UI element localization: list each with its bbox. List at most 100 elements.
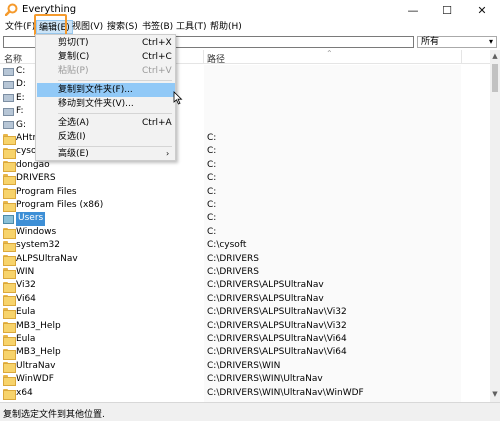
path-cell: C: <box>207 213 217 224</box>
maximize-icon: ☐ <box>442 3 452 17</box>
menu-bar: 文件(F) 编辑(E) 视图(V) 搜索(S) 书签(B) 工具(T) 帮助(H… <box>0 20 500 34</box>
chevron-right-icon: › <box>166 149 170 158</box>
menu-file[interactable]: 文件(F) <box>3 20 37 34</box>
file-name: Program Files <box>16 186 77 197</box>
menu-item-label: 反选(I) <box>58 132 86 142</box>
column-path-header[interactable]: 路径 <box>207 52 225 65</box>
file-name: Windows <box>16 226 57 237</box>
folder-icon <box>3 134 16 146</box>
menu-edit[interactable]: 编辑(E) <box>36 20 73 34</box>
table-row[interactable]: DRIVERS C: <box>0 172 490 186</box>
column-divider[interactable] <box>203 50 204 64</box>
path-cell: C:\DRIVERS\ALPSUltraNav <box>207 293 324 304</box>
edit-menu-dropdown: 剪切(T) Ctrl+X 复制(C) Ctrl+C 粘贴(P) Ctrl+V 复… <box>35 34 176 161</box>
file-name: WinWDF <box>16 374 54 385</box>
menu-help[interactable]: 帮助(H) <box>208 20 244 34</box>
name-cell: Program Files <box>3 186 77 199</box>
folder-icon <box>3 268 16 280</box>
menu-item-label: 高级(E) <box>58 149 89 159</box>
table-row[interactable]: Users C: <box>0 212 490 226</box>
menu-item-copy[interactable]: 复制(C) Ctrl+C <box>37 50 175 64</box>
file-name: Eula <box>16 334 36 344</box>
path-cell: C: <box>207 173 217 184</box>
name-cell: E: <box>3 92 25 105</box>
minimize-button[interactable]: — <box>396 0 430 20</box>
path-cell: C: <box>207 146 217 157</box>
menu-item-select-all[interactable]: 全选(A) Ctrl+A <box>37 116 175 130</box>
name-cell: G: <box>3 119 26 132</box>
table-row[interactable]: system32 C:\cysoft <box>0 239 490 253</box>
path-cell: C:\DRIVERS\ALPSUltraNav\Vi32 <box>207 320 347 331</box>
menu-item-paste[interactable]: 粘贴(P) Ctrl+V <box>37 64 175 78</box>
table-row[interactable]: WIN C:\DRIVERS <box>0 266 490 280</box>
close-button[interactable]: ✕ <box>465 0 499 20</box>
table-row[interactable]: ALPSUltraNav C:\DRIVERS <box>0 253 490 266</box>
path-cell: C:\DRIVERS\ALPSUltraNav\Vi64 <box>207 347 347 358</box>
menu-item-label: 全选(A) <box>58 118 90 128</box>
folder-icon <box>3 147 16 159</box>
file-name: Vi64 <box>16 293 36 304</box>
name-cell: WIN <box>3 266 34 280</box>
menu-item-label: 粘贴(P) <box>58 66 89 76</box>
table-row[interactable]: Vi32 C:\DRIVERS\ALPSUltraNav <box>0 279 490 293</box>
user-icon <box>3 214 14 224</box>
status-bar: 复制选定文件到其他位置. <box>0 402 500 421</box>
menu-item-shortcut: Ctrl+V <box>142 66 172 76</box>
menu-item-copy-to-folder[interactable]: 复制到文件夹(F)... <box>37 83 175 97</box>
table-row[interactable]: Windows C: <box>0 226 490 239</box>
status-text: 复制选定文件到其他位置. <box>3 410 105 420</box>
file-name: F: <box>16 106 24 117</box>
table-row[interactable]: Eula C:\DRIVERS\ALPSUltraNav\Vi32 <box>0 306 490 320</box>
name-cell: x64 <box>3 387 33 400</box>
menu-bookmarks[interactable]: 书签(B) <box>140 20 175 34</box>
name-cell: D: <box>3 78 26 91</box>
folder-icon <box>3 187 16 199</box>
table-row[interactable]: UltraNav C:\DRIVERS\WIN <box>0 360 490 373</box>
table-row[interactable]: Program Files C: <box>0 186 490 199</box>
file-name: Program Files (x86) <box>16 200 104 210</box>
name-cell: UltraNav <box>3 360 55 373</box>
menu-item-label: 剪切(T) <box>58 38 89 48</box>
folder-icon <box>3 174 16 186</box>
menu-item-label: 移动到文件夹(V)... <box>58 99 134 109</box>
menu-item-advanced[interactable]: 高级(E) › <box>37 147 175 161</box>
name-cell: F: <box>3 105 24 118</box>
folder-icon <box>3 201 16 213</box>
column-name-header[interactable]: 名称 <box>4 52 22 65</box>
menu-item-invert-selection[interactable]: 反选(I) <box>37 130 175 144</box>
file-name: UltraNav <box>16 360 56 371</box>
table-row[interactable]: Vi64 C:\DRIVERS\ALPSUltraNav <box>0 293 490 306</box>
folder-icon <box>3 321 16 333</box>
table-row[interactable]: Program Files (x86) C: <box>0 199 490 213</box>
file-name: C: <box>16 66 26 76</box>
menu-tools[interactable]: 工具(T) <box>174 20 209 34</box>
menu-search[interactable]: 搜索(S) <box>105 20 140 34</box>
filter-value: 所有 <box>421 37 440 47</box>
table-row[interactable]: MB3_Help C:\DRIVERS\ALPSUltraNav\Vi64 <box>0 346 490 360</box>
file-name: Users <box>16 212 46 226</box>
name-cell: DRIVERS <box>3 172 56 186</box>
folder-icon <box>3 254 16 266</box>
table-row[interactable]: WinWDF C:\DRIVERS\WIN\UltraNav <box>0 373 490 387</box>
table-row[interactable]: MB3_Help C:\DRIVERS\ALPSUltraNav\Vi32 <box>0 320 490 333</box>
path-cell: C:\DRIVERS\WIN <box>207 360 281 371</box>
scrollbar-thumb[interactable] <box>492 64 498 92</box>
maximize-button[interactable]: ☐ <box>430 0 464 20</box>
menu-item-move-to-folder[interactable]: 移动到文件夹(V)... <box>37 97 175 111</box>
menu-item-shortcut: Ctrl+A <box>142 118 172 128</box>
menu-item-cut[interactable]: 剪切(T) Ctrl+X <box>37 36 175 50</box>
scroll-up-icon[interactable]: ▲ <box>490 52 500 62</box>
table-row[interactable]: x64 C:\DRIVERS\WIN\UltraNav\WinWDF <box>0 387 490 400</box>
vertical-scrollbar[interactable]: ▲ ▼ <box>490 50 500 402</box>
name-cell: Users <box>3 212 46 226</box>
menu-view[interactable]: 视图(V) <box>70 20 105 34</box>
table-row[interactable]: Eula C:\DRIVERS\ALPSUltraNav\Vi64 <box>0 333 490 347</box>
scroll-down-icon[interactable]: ▼ <box>490 390 500 400</box>
folder-icon <box>3 281 16 293</box>
column-divider[interactable] <box>461 50 462 64</box>
drive-icon <box>3 121 14 130</box>
drive-icon <box>3 107 14 116</box>
menu-item-shortcut: Ctrl+C <box>142 52 172 62</box>
filter-select[interactable]: 所有 ▾ <box>417 36 497 48</box>
magnifier-icon <box>5 3 18 16</box>
